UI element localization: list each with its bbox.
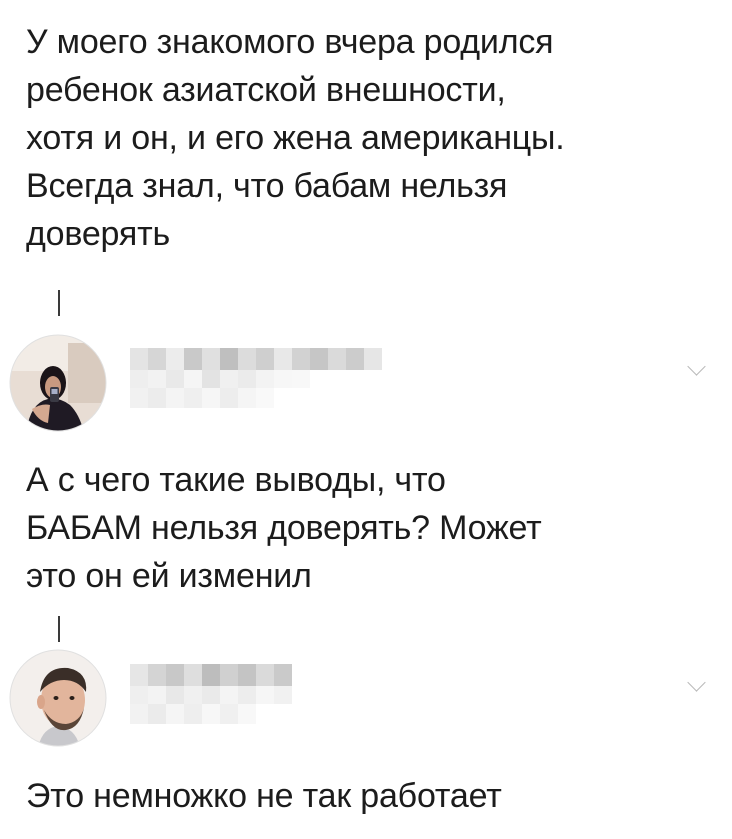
reply-1-username-blurred bbox=[130, 348, 390, 408]
reply-1-avatar[interactable] bbox=[8, 333, 108, 433]
post-text-reply-2: Это немножко не так работает bbox=[26, 777, 502, 815]
chevron-down-icon[interactable] bbox=[687, 357, 706, 376]
chevron-down-icon[interactable] bbox=[687, 673, 706, 692]
thread-connector-line bbox=[58, 616, 60, 642]
post-text-original: У моего знакомого вчера родился ребенок … bbox=[26, 23, 565, 253]
post-text-reply-1: А с чего такие выводы, что БАБАМ нельзя … bbox=[26, 461, 542, 595]
thread-connector-line bbox=[58, 290, 60, 316]
reply-2-username-blurred bbox=[130, 664, 300, 724]
reply-2-avatar[interactable] bbox=[8, 648, 108, 748]
